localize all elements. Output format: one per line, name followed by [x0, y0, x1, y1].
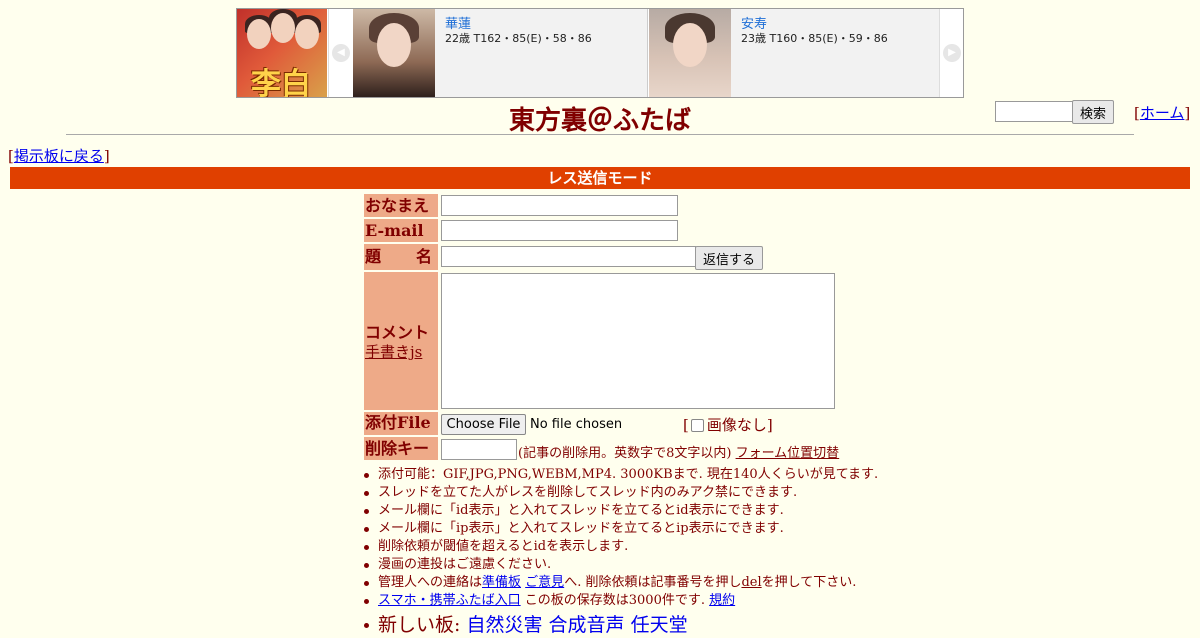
photo-face	[673, 23, 707, 67]
card-stats: 23歳 T160・85(E)・59・86	[741, 32, 888, 45]
file-status: No file chosen	[530, 417, 623, 432]
email-label: E-mail	[364, 219, 438, 242]
name-label: おなまえ	[364, 194, 438, 217]
note-text: を押して下さい.	[761, 575, 857, 590]
board-link-synth-voice[interactable]: 合成音声	[549, 614, 625, 636]
back-link-wrapper: [掲示板に戻る]	[8, 147, 110, 165]
list-item: 添付可能：GIF,JPG,PNG,WEBM,MP4. 3000KBまで. 現在1…	[363, 467, 879, 482]
no-image-label[interactable]: 画像なし	[707, 416, 767, 434]
list-item: 削除依頼が閾値を超えるとidを表示します.	[363, 538, 878, 556]
list-item: 新しい板: 自然災害 合成音声 任天堂	[363, 612, 878, 638]
file-label: 添付File	[364, 412, 438, 435]
list-item: メール欄に「ip表示」と入れてスレッドを立てるとip表示にできます.	[363, 520, 878, 538]
list-item: メール欄に「id表示」と入れてスレッドを立てるとid表示にできます.	[363, 502, 878, 520]
reply-mode-bar: レス送信モード	[10, 167, 1190, 189]
prep-board-link[interactable]: 準備板	[482, 575, 521, 590]
list-item: 漫画の連投はご遠慮ください.	[363, 556, 878, 574]
search-input[interactable]	[995, 101, 1075, 122]
notes-list: 添付可能：GIF,JPG,PNG,WEBM,MP4. 3000KBまで. 現在1…	[363, 466, 879, 638]
list-item: スレッドを立てた人がレスを削除してスレッド内のみアク禁にできます.	[363, 484, 878, 502]
carousel-next-button[interactable]: ▶	[939, 9, 963, 97]
banner-logo-image[interactable]: 李白	[237, 9, 327, 97]
comment-label-text: コメント	[365, 323, 430, 342]
feedback-link[interactable]: ご意見	[525, 575, 564, 590]
note-text: この板の保存数は3000件です.	[520, 593, 705, 608]
banner-card[interactable]: 安寿 23歳 T160・85(E)・59・86	[649, 9, 944, 97]
comment-textarea[interactable]	[441, 273, 835, 409]
delete-key-note-wrapper: (記事の削除用。英数字で8文字以内) フォーム位置切替	[518, 442, 839, 461]
card-stats: 22歳 T162・85(E)・58・86	[445, 32, 592, 45]
subject-label-part: 題	[365, 247, 382, 266]
mobile-entrance-link[interactable]: スマホ・携帯ふたば入口	[378, 593, 521, 608]
search-button[interactable]: 検索	[1072, 100, 1114, 124]
choose-file-button[interactable]: Choose File	[441, 414, 526, 435]
board-link-disaster[interactable]: 自然災害	[466, 614, 542, 636]
photo-face	[377, 23, 411, 67]
subject-label-part: 名	[416, 247, 433, 266]
email-field[interactable]	[441, 220, 678, 241]
home-link-wrapper: [ホーム]	[1134, 104, 1191, 122]
list-item: スマホ・携帯ふたば入口 この板の保存数は3000件です. 規約	[363, 592, 878, 610]
delete-key-note: (記事の削除用。英数字で8文字以内)	[518, 446, 732, 461]
chevron-right-icon: ▶	[943, 44, 961, 62]
handwriting-link[interactable]: 手書きjs	[365, 341, 422, 362]
carousel-prev-button[interactable]: ◀	[328, 9, 354, 97]
no-image-checkbox[interactable]	[690, 418, 704, 432]
reply-submit-button[interactable]: 返信する	[695, 246, 763, 270]
delete-key-field[interactable]	[441, 439, 517, 460]
chevron-left-icon: ◀	[332, 44, 350, 62]
ad-banner[interactable]: 李白 ◀ 華蓮 22歳 T162・85(E)・58・86 安寿 23歳 T160…	[236, 8, 964, 98]
del-link[interactable]: del	[741, 575, 761, 590]
delete-key-label: 削除キー	[364, 437, 438, 460]
new-boards-label: 新しい板:	[378, 614, 461, 636]
back-to-board-link[interactable]: 掲示板に戻る	[14, 147, 104, 165]
note-text: へ. 削除依頼は記事番号を押し	[564, 575, 742, 590]
profile-photo[interactable]	[649, 9, 731, 97]
banner-logo-text: 李白	[251, 67, 311, 98]
list-item: 管理人への連絡は準備板 ご意見へ. 削除依頼は記事番号を押しdelを押して下さい…	[363, 574, 878, 592]
banner-logo-face	[247, 19, 271, 49]
name-field[interactable]	[441, 195, 678, 216]
subject-field[interactable]	[441, 246, 696, 267]
note-text: 管理人への連絡は	[378, 575, 483, 590]
no-image-option: [画像なし]	[683, 416, 773, 434]
banner-logo-face	[271, 13, 295, 43]
banner-card[interactable]: 華蓮 22歳 T162・85(E)・58・86	[353, 9, 648, 97]
banner-logo-face	[295, 19, 319, 49]
divider	[66, 134, 1134, 135]
profile-photo[interactable]	[353, 9, 435, 97]
board-link-nintendo[interactable]: 任天堂	[631, 614, 688, 636]
subject-label: 題 名	[364, 244, 438, 270]
rules-link[interactable]: 規約	[709, 593, 735, 608]
form-position-toggle-link[interactable]: フォーム位置切替	[736, 446, 840, 461]
comment-label: コメント 手書きjs	[364, 272, 438, 410]
home-link[interactable]: ホーム	[1140, 104, 1185, 122]
